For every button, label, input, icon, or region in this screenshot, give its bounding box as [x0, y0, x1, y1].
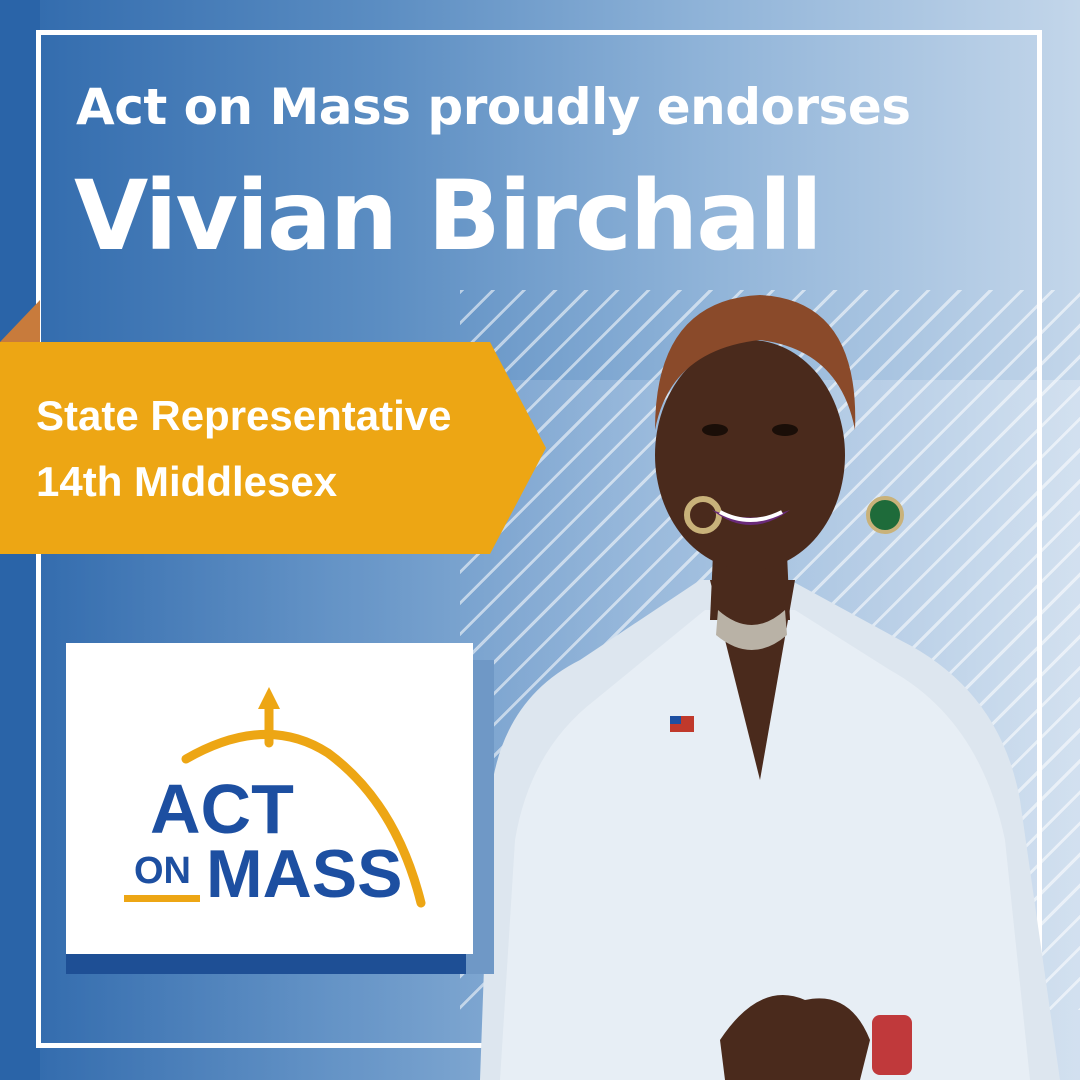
endorsement-graphic: Act on Mass proudly endorses Vivian Birc… [0, 0, 1080, 1080]
candidate-photo [480, 295, 1060, 1080]
act-on-mass-logo-card: ACT ON MASS [66, 643, 473, 954]
logo-word-on: ON [134, 850, 191, 892]
bracelet [872, 1015, 912, 1075]
candidate-name: Vivian Birchall [74, 160, 823, 272]
face [655, 340, 845, 570]
logo-shadow-dark [66, 954, 466, 974]
headline: Act on Mass proudly endorses [76, 78, 911, 136]
office-title: State Representative [36, 392, 452, 439]
act-on-mass-logo: ACT ON MASS [124, 687, 426, 912]
earring-right [866, 496, 904, 534]
office-district: 14th Middlesex [36, 458, 338, 505]
logo-underline [124, 895, 200, 902]
logo-word-mass: MASS [206, 836, 402, 912]
